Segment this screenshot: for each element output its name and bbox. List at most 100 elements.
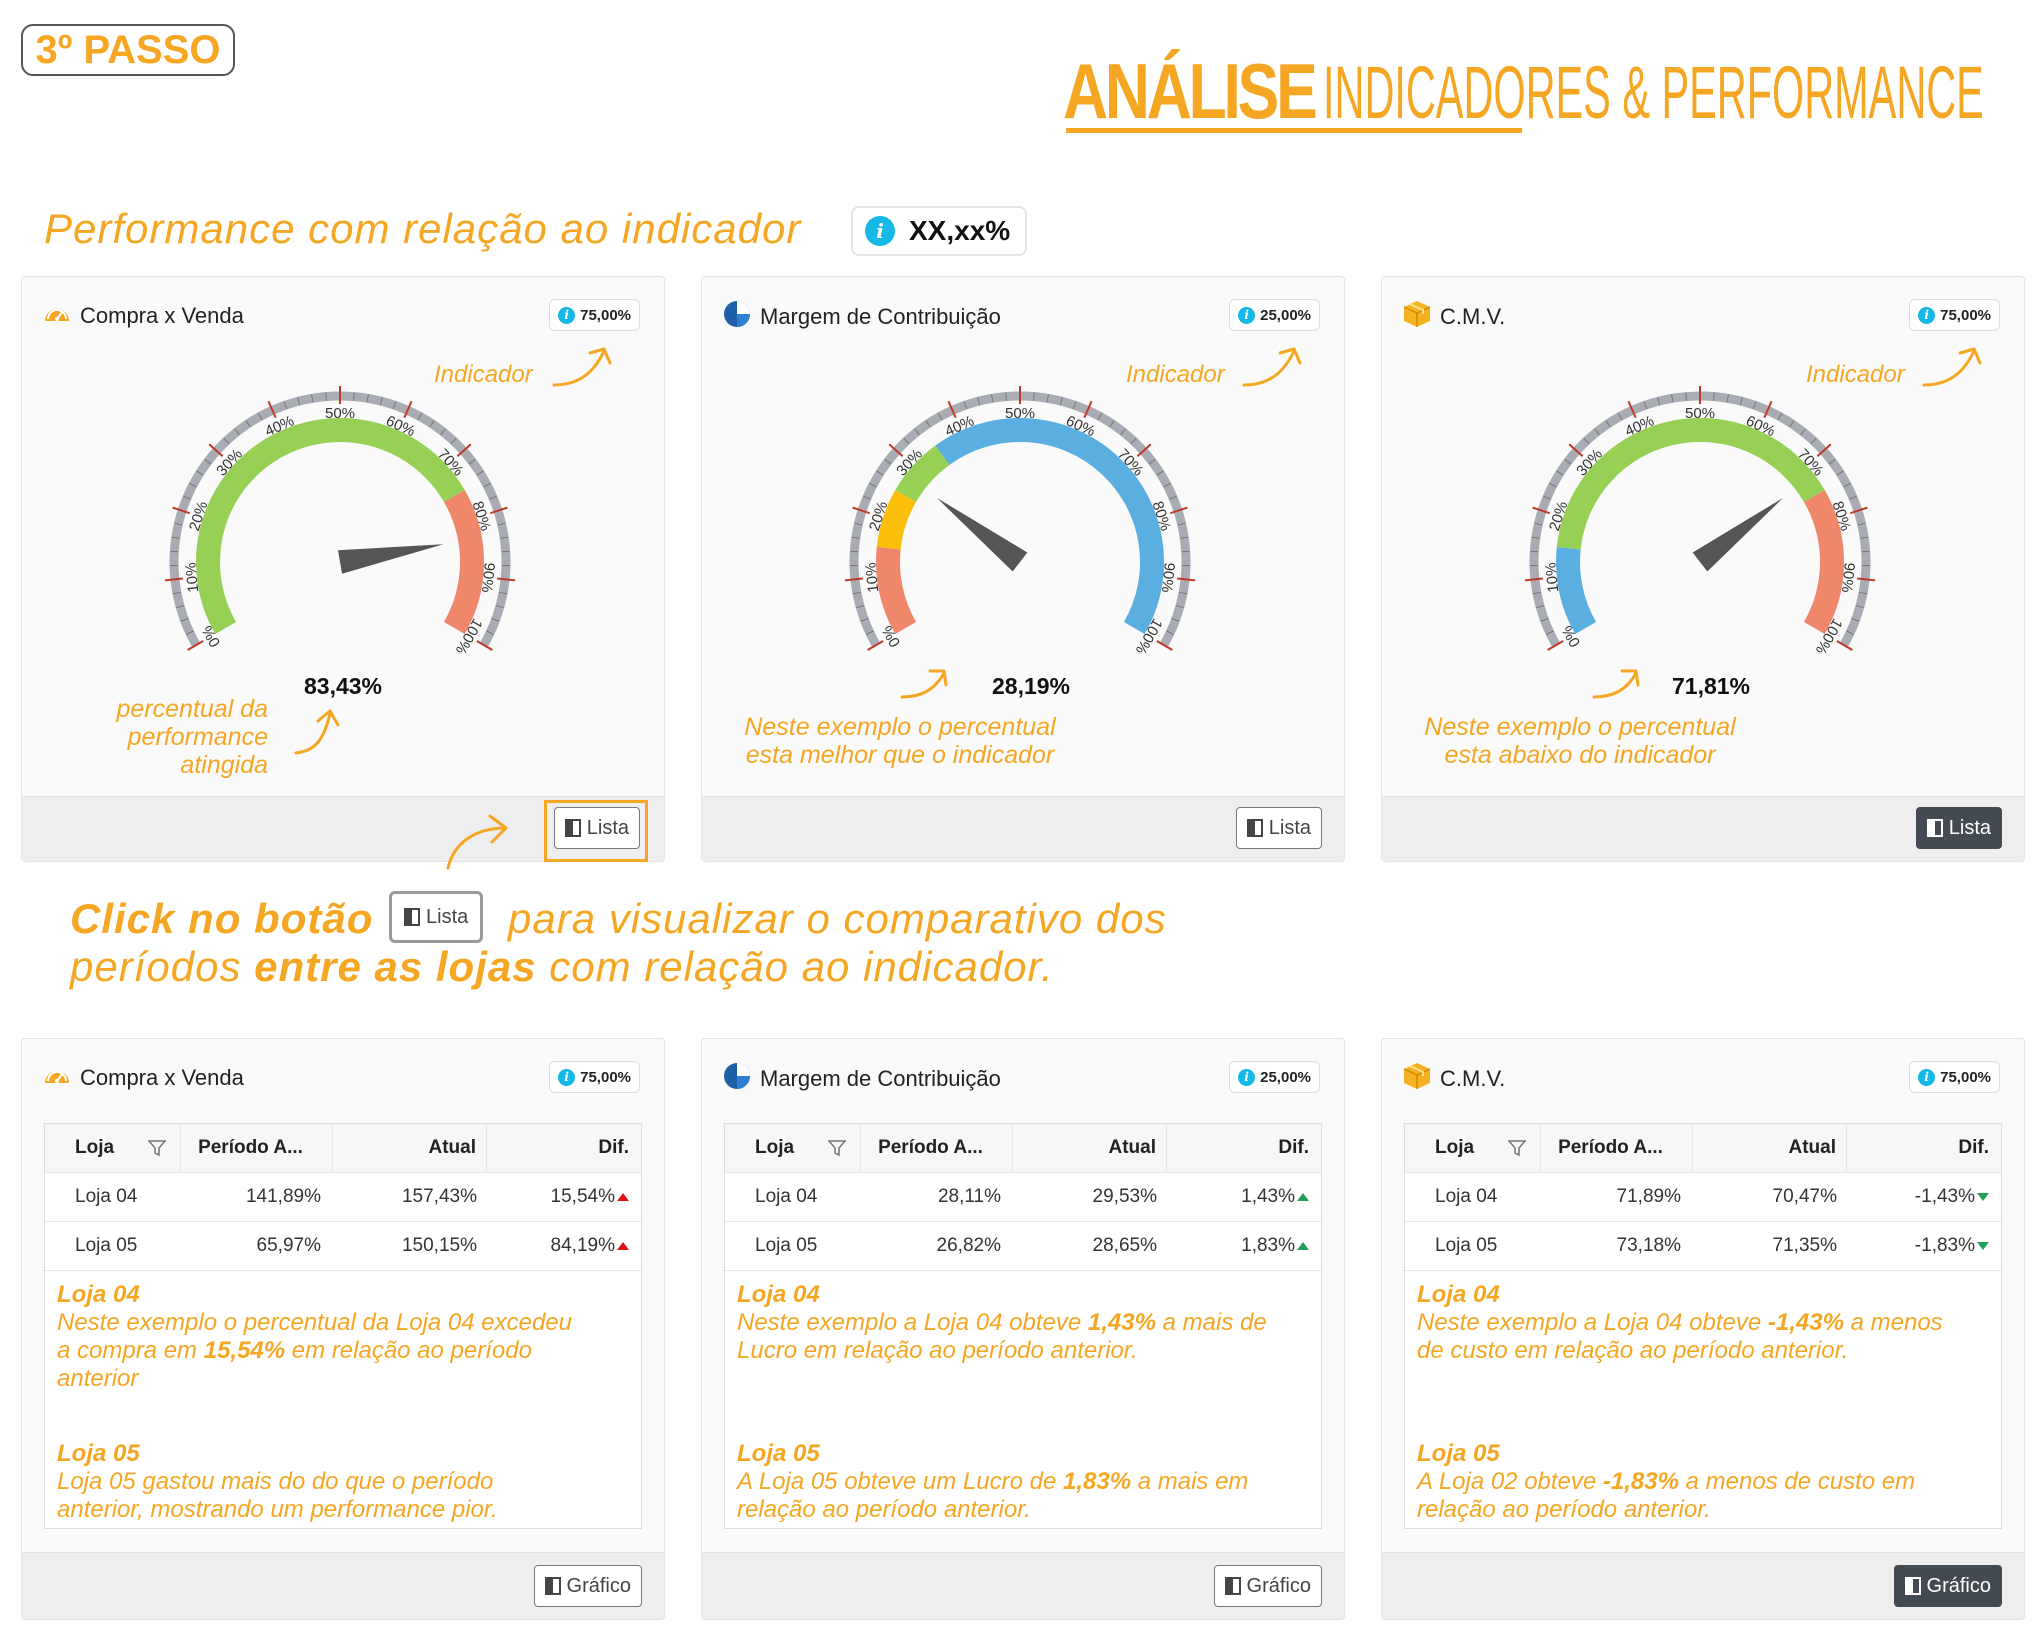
table-header: Loja Período A... Atual Dif.	[1405, 1124, 2001, 1173]
grafico-icon	[544, 1577, 561, 1595]
lista-button[interactable]: Lista	[1235, 807, 1322, 849]
grafico-icon	[1224, 1577, 1241, 1595]
note-loja-04: Loja 04 Neste exemplo o percentual da Loj…	[57, 1281, 573, 1392]
gauge-major-tick	[1856, 577, 1876, 582]
filter-icon[interactable]	[148, 1139, 166, 1157]
gauge-needle	[936, 497, 1028, 572]
indicator-badge: i 75,00%	[549, 299, 640, 331]
gauge-band	[1803, 490, 1844, 634]
click-instruction-part2: para visualizar o comparativo dos	[508, 895, 1167, 942]
gauge-minor-tick	[1530, 550, 1539, 553]
step-badge: 3º PASSO	[21, 24, 235, 76]
header-atual[interactable]: Atual	[333, 1124, 487, 1172]
header-loja[interactable]: Loja	[45, 1124, 181, 1172]
pie-chart-icon	[722, 1061, 752, 1097]
table-row[interactable]: Loja 05 73,18% 71,35% -1,83%	[1405, 1222, 2001, 1271]
header-loja[interactable]: Loja	[725, 1124, 861, 1172]
grafico-button[interactable]: Gráfico	[1213, 1565, 1322, 1607]
gauge-minor-tick	[850, 550, 859, 553]
header-periodo-anterior[interactable]: Período A...	[861, 1124, 1013, 1172]
comparison-table: Loja Período A... Atual Dif. Loja 04 141,89% 1…	[44, 1123, 642, 1529]
annotation-arrow-icon	[446, 814, 508, 870]
annotation-arrow-icon	[900, 669, 948, 699]
cell-atual: 70,47%	[1772, 1186, 1837, 1207]
indicator-badge: i 25,00%	[1229, 1061, 1320, 1093]
card-header: Compra x Venda	[42, 299, 244, 333]
cell-loja: Loja 04	[1435, 1186, 1498, 1207]
card-header: Margem de Contribuição	[722, 299, 1001, 335]
indicator-badge: i 75,00%	[1909, 1061, 2000, 1093]
cell-anterior: 73,18%	[1616, 1235, 1681, 1256]
filter-icon[interactable]	[828, 1139, 846, 1157]
gauge-minor-tick	[1181, 550, 1190, 553]
dashboard-icon	[42, 299, 72, 333]
annotation-arrow-icon	[552, 347, 612, 387]
trend-up-icon	[617, 1192, 629, 1201]
table-row[interactable]: Loja 04 28,11% 29,53% 1,43%	[725, 1173, 1321, 1222]
box-icon	[1402, 1061, 1432, 1097]
gauge-value: 28,19%	[992, 673, 1071, 699]
cell-dif: 84,19%	[487, 1235, 641, 1257]
cell-anterior: 26,82%	[936, 1235, 1001, 1256]
gauge-band	[443, 490, 484, 634]
header-atual[interactable]: Atual	[1013, 1124, 1167, 1172]
card-header: Compra x Venda	[42, 1061, 244, 1095]
table-card: C.M.V. i 75,00% Loja Período A... Atual Dif. Lo…	[1381, 1038, 2025, 1620]
note-loja-05: Loja 05 A Loja 05 obteve um Lucro de 1,83…	[737, 1440, 1249, 1523]
lista-button-highlight	[544, 800, 648, 862]
cell-atual: 71,35%	[1772, 1235, 1837, 1256]
cell-loja: Loja 05	[75, 1235, 138, 1256]
gauge-band	[876, 490, 917, 550]
filter-icon[interactable]	[1508, 1139, 1526, 1157]
cell-anterior: 71,89%	[1616, 1186, 1681, 1207]
cell-dif: 1,83%	[1167, 1235, 1321, 1257]
cell-dif: -1,43%	[1847, 1186, 2001, 1208]
header-periodo-anterior[interactable]: Período A...	[181, 1124, 333, 1172]
table-row[interactable]: Loja 04 141,89% 157,43% 15,54%	[45, 1173, 641, 1222]
header-loja[interactable]: Loja	[1405, 1124, 1541, 1172]
card-footer: Gráfico	[22, 1552, 664, 1619]
gauge-note: Neste exemplo o percentual esta melhor qu…	[744, 713, 1056, 769]
indicator-label: Indicador	[1806, 361, 1905, 388]
cell-anterior: 141,89%	[245, 1186, 321, 1207]
card-title: C.M.V.	[1440, 304, 1506, 329]
cell-atual: 29,53%	[1092, 1186, 1157, 1207]
cell-atual: 28,65%	[1092, 1235, 1157, 1256]
header-atual[interactable]: Atual	[1693, 1124, 1847, 1172]
grafico-button[interactable]: Gráfico	[1893, 1565, 2002, 1607]
gauge-major-tick	[164, 577, 184, 582]
cell-anterior: 28,11%	[937, 1186, 1001, 1207]
card-footer: Lista	[702, 796, 1344, 861]
table-row[interactable]: Loja 05 65,97% 150,15% 84,19%	[45, 1222, 641, 1271]
table-row[interactable]: Loja 04 71,89% 70,47% -1,43%	[1405, 1173, 2001, 1222]
trend-up-icon	[1297, 1192, 1309, 1201]
card-footer: Gráfico	[702, 1552, 1344, 1619]
grafico-button[interactable]: Gráfico	[533, 1565, 642, 1607]
gauge-minor-tick	[1713, 392, 1715, 401]
gauge-minor-tick	[501, 550, 510, 553]
info-icon: i	[558, 1068, 576, 1086]
gauge-note: percentual da performance atingida	[116, 695, 268, 779]
click-instruction-part1: Click no botão	[70, 895, 374, 942]
lista-button[interactable]: Lista	[1915, 807, 2002, 849]
header-periodo-anterior[interactable]: Período A...	[1541, 1124, 1693, 1172]
card-footer: Lista	[22, 796, 664, 862]
annotation-arrow-icon	[294, 709, 340, 755]
performance-caption: Performance com relação ao indicador	[44, 205, 802, 252]
cell-loja: Loja 05	[755, 1235, 818, 1256]
gauge-tick-label: 90%	[1838, 562, 1858, 594]
trend-down-icon	[1977, 1192, 1989, 1201]
header-dif[interactable]: Dif.	[487, 1124, 641, 1172]
info-icon: i	[558, 306, 576, 324]
header-dif[interactable]: Dif.	[1167, 1124, 1321, 1172]
gauge-needle	[338, 544, 444, 574]
lista-button-example[interactable]: Lista	[389, 891, 484, 943]
header-dif[interactable]: Dif.	[1847, 1124, 2001, 1172]
table-row[interactable]: Loja 05 26,82% 28,65% 1,83%	[725, 1222, 1321, 1271]
grafico-icon	[1904, 1577, 1921, 1595]
gauge-band	[1556, 418, 1825, 550]
gauge-tick-label: 50%	[1005, 405, 1035, 422]
gauge-minor-tick	[1685, 392, 1687, 401]
cell-loja: Loja 04	[75, 1186, 138, 1207]
cell-anterior: 65,97%	[256, 1235, 321, 1256]
